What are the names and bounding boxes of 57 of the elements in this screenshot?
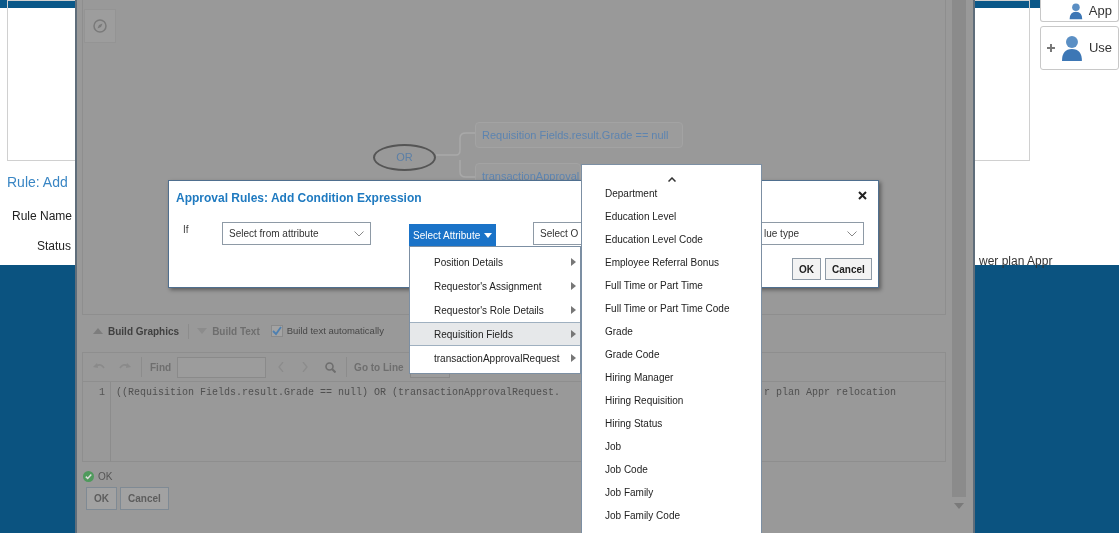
- menu-item[interactable]: Job: [582, 435, 761, 458]
- menu-item[interactable]: Job Family: [582, 481, 761, 504]
- scroll-down-icon[interactable]: [954, 503, 964, 509]
- code-text: r plan Appr relocation: [764, 386, 897, 400]
- menu-item[interactable]: Full Time or Part Time Code: [582, 297, 761, 320]
- build-button[interactable]: Build Graphics: [90, 323, 183, 339]
- compass-button[interactable]: [84, 9, 116, 43]
- menu-item[interactable]: Requestor's Role Details: [410, 298, 580, 322]
- checkbox-label: Build text automatically: [286, 323, 384, 338]
- validation-text: OK: [98, 470, 113, 484]
- submenu-arrow-icon: [571, 306, 576, 314]
- menu-item[interactable]: Hiring Manager: [582, 366, 761, 389]
- menu-item[interactable]: Full Time or Part Time: [582, 274, 761, 297]
- if-label: If: [183, 223, 189, 237]
- plus-icon[interactable]: [1047, 44, 1055, 52]
- menu-item[interactable]: Hiring Status: [582, 412, 761, 435]
- connector-lines: [436, 130, 476, 180]
- menu-item[interactable]: Requestor's Assignment: [410, 274, 580, 298]
- side-item[interactable]: Use: [1040, 26, 1119, 70]
- menu-item[interactable]: Department: [582, 182, 761, 205]
- menu-item[interactable]: Employee Referral Bonus: [582, 251, 761, 274]
- menu-item[interactable]: Requisition Fields: [410, 322, 580, 346]
- dialog-button[interactable]: Cancel: [825, 258, 872, 280]
- submenu-arrow-icon: [571, 258, 576, 266]
- page-heading: Rule: Add: [7, 173, 69, 192]
- menu-item[interactable]: Job Family Code: [582, 504, 761, 527]
- menu-item[interactable]: Position Details: [410, 250, 580, 274]
- code-text: ((Requisition Fields.result.Grade == null) OR (transactionApprovalRequest.: [116, 386, 561, 400]
- or-node: OR: [373, 144, 436, 171]
- submenu-arrow-icon: [571, 330, 576, 338]
- menu-item[interactable]: Grade Code: [582, 343, 761, 366]
- side-item[interactable]: App: [1040, 0, 1119, 22]
- select-attribute-button[interactable]: Select Attribute: [409, 224, 497, 247]
- check-circle-icon: [83, 471, 94, 482]
- compass-icon: [93, 19, 107, 33]
- caret-up-icon: [93, 328, 103, 334]
- field-label: Rule Name: [12, 208, 73, 225]
- menu-item[interactable]: Hiring Requisition: [582, 389, 761, 412]
- submenu-arrow-icon: [571, 282, 576, 290]
- menu-item[interactable]: transactionApprovalRequest: [410, 346, 580, 370]
- page-text: wer plan Appr: [979, 253, 1053, 270]
- menu-item[interactable]: Grade: [582, 320, 761, 343]
- scroll-up-icon[interactable]: [667, 177, 676, 182]
- dialog-title: Approval Rules: Add Condition Expression: [176, 190, 422, 207]
- submenu-arrow-icon: [571, 354, 576, 362]
- search-icon[interactable]: [325, 361, 337, 373]
- person-icon: [1060, 35, 1083, 61]
- menu-item[interactable]: Job Code: [582, 458, 761, 481]
- dialog-button[interactable]: OK: [792, 258, 821, 280]
- line-number: 1: [99, 386, 105, 400]
- chevron-down-icon: [847, 230, 857, 237]
- attribute-select[interactable]: Select from attribute: [222, 222, 371, 245]
- field-label: Status: [37, 238, 73, 255]
- close-icon[interactable]: [858, 191, 867, 200]
- condition-node: Requisition Fields.result.Grade == null: [475, 122, 684, 148]
- chevron-down-icon: [354, 230, 364, 237]
- caret-down-icon: [484, 233, 493, 238]
